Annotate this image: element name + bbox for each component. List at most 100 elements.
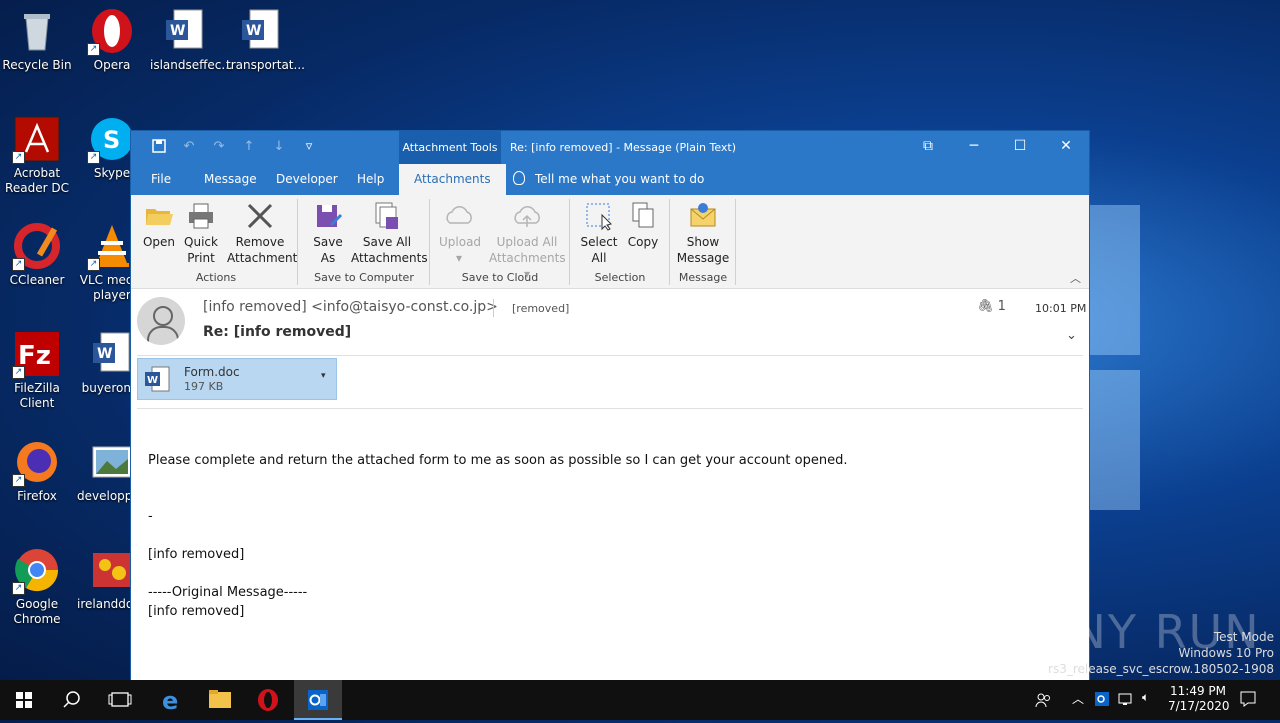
file-explorer-icon[interactable] xyxy=(196,680,244,720)
desktop-icon-firefox[interactable]: ↗ Firefox xyxy=(2,433,72,504)
start-button[interactable] xyxy=(0,680,48,720)
test-mode-text: Test Mode xyxy=(1213,630,1274,644)
image-file-icon xyxy=(89,439,135,485)
desktop-icon-label: Firefox xyxy=(17,489,57,503)
minimize-button[interactable]: ─ xyxy=(951,131,997,164)
people-icon[interactable] xyxy=(1034,691,1052,712)
save-all-icon xyxy=(372,201,402,231)
volume-icon[interactable]: 🔈︎ xyxy=(1142,690,1149,705)
sender[interactable]: [info removed] <info@taisyo-const.co.jp> xyxy=(203,299,498,315)
quick-access-toolbar: ↶ ↷ ↑ ↓ ▿ xyxy=(151,139,317,155)
edge-icon[interactable]: e xyxy=(148,680,196,720)
select-all-button[interactable]: Select All xyxy=(577,201,621,266)
clock[interactable]: 11:49 PM 7/17/2020 xyxy=(1168,684,1230,714)
undo-icon[interactable]: ↶ xyxy=(181,139,197,155)
save-icon[interactable] xyxy=(151,139,167,155)
group-label: Save to Computer xyxy=(314,271,414,284)
avatar xyxy=(137,297,185,345)
attachment-name: Form.doc xyxy=(184,365,240,379)
upload-button[interactable]: Upload ▾ xyxy=(439,201,481,266)
desktop-icon-word-doc[interactable]: W transportat... xyxy=(226,2,305,73)
save-as-icon xyxy=(313,201,343,231)
notifications-icon[interactable] xyxy=(1239,690,1257,711)
shortcut-arrow-icon: ↗ xyxy=(12,474,25,487)
tell-me-search[interactable]: Tell me what you want to do xyxy=(513,164,704,195)
attachment-form-doc[interactable]: W Form.doc 197 KB ▾ xyxy=(137,358,337,400)
open-button[interactable]: Open xyxy=(141,201,177,250)
ribbon-group-message: Show Message Message xyxy=(671,199,736,285)
divider xyxy=(137,355,1083,356)
show-message-button[interactable]: Show Message xyxy=(675,201,731,266)
shortcut-arrow-icon: ↗ xyxy=(87,43,100,56)
ribbon-group-save-to-cloud: Upload ▾ Upload All Attachments ▾ Save t… xyxy=(431,199,570,285)
chevron-up-icon[interactable]: ︿ xyxy=(1072,690,1084,707)
network-icon[interactable] xyxy=(1118,691,1136,710)
skype-icon: S ↗ xyxy=(87,116,135,164)
outlook-tray-icon[interactable] xyxy=(1095,691,1111,710)
shortcut-arrow-icon: ↗ xyxy=(12,582,25,595)
save-all-attachments-button[interactable]: Save All Attachments xyxy=(351,201,428,266)
save-as-label: Save As xyxy=(313,235,343,265)
desktop-icon-label: CCleaner xyxy=(9,273,65,287)
tab-developer[interactable]: Developer xyxy=(276,164,338,195)
outlook-icon[interactable] xyxy=(294,680,342,720)
collapse-ribbon-icon[interactable]: ︿ xyxy=(1070,270,1081,286)
body-line: Please complete and return the attached … xyxy=(148,453,848,468)
redo-icon[interactable]: ↷ xyxy=(211,139,227,155)
title-bar: ↶ ↷ ↑ ↓ ▿ Attachment Tools Re: [info rem… xyxy=(131,131,1089,164)
close-button[interactable]: ✕ xyxy=(1043,131,1089,164)
build-text: rs3_release_svc_escrow.180502-1908 xyxy=(1048,662,1274,676)
desktop-icon-opera[interactable]: ↗ Opera xyxy=(77,2,147,73)
body-line: [info removed] xyxy=(148,547,245,562)
ribbon: Open Quick Print Remove Attachment Actio… xyxy=(131,195,1089,289)
attachment-dropdown-icon[interactable]: ▾ xyxy=(321,371,326,381)
ccleaner-icon: ↗ xyxy=(12,223,60,271)
upload-all-attachments-button[interactable]: Upload All Attachments ▾ xyxy=(489,201,566,282)
tab-attachments[interactable]: Attachments xyxy=(399,164,506,195)
vlc-icon: ↗ xyxy=(87,223,135,271)
chevron-down-icon[interactable]: ⌄ xyxy=(1066,328,1077,343)
recipient[interactable]: [removed] xyxy=(512,302,569,315)
copy-icon xyxy=(628,201,658,231)
divider xyxy=(493,299,494,317)
up-arrow-icon[interactable]: ↑ xyxy=(241,139,257,155)
message-header: [info removed] <info@taisyo-const.co.jp>… xyxy=(131,289,1089,356)
chrome-icon: ↗ xyxy=(12,547,60,595)
body-line: -----Original Message----- xyxy=(148,585,308,600)
select-all-icon xyxy=(584,201,614,231)
window-title: Re: [info removed] - Message (Plain Text… xyxy=(510,141,737,154)
acrobat-icon: ↗ xyxy=(12,116,60,164)
desktop-icon-word-doc[interactable]: W islandseffec... xyxy=(150,2,233,73)
customize-toolbar-icon[interactable]: ▿ xyxy=(301,139,317,155)
ribbon-display-options-button[interactable]: ⧉ xyxy=(905,131,951,164)
down-arrow-icon[interactable]: ↓ xyxy=(271,139,287,155)
maximize-button[interactable]: ☐ xyxy=(997,131,1043,164)
attachment-count-value: 1 xyxy=(997,299,1006,314)
desktop-icon-filezilla[interactable]: Fz ↗ FileZilla Client xyxy=(2,325,72,411)
desktop-icon-ccleaner[interactable]: ↗ CCleaner xyxy=(2,217,72,288)
desktop-icon-recycle-bin[interactable]: Recycle Bin xyxy=(2,2,72,73)
cloud-icon xyxy=(444,201,474,231)
desktop-icon-label: islandseffec... xyxy=(150,58,233,72)
copy-button[interactable]: Copy xyxy=(623,201,663,250)
search-icon[interactable] xyxy=(48,680,96,720)
opera-icon[interactable] xyxy=(244,680,292,720)
tab-message[interactable]: Message xyxy=(204,164,257,195)
tab-help[interactable]: Help xyxy=(357,164,384,195)
show-message-label: Show Message xyxy=(676,235,730,265)
task-view-icon[interactable] xyxy=(96,680,144,720)
remove-attachment-button[interactable]: Remove Attachment xyxy=(227,201,297,266)
group-label: Selection xyxy=(594,271,646,284)
lightbulb-icon xyxy=(513,171,525,185)
tab-file[interactable]: File xyxy=(151,164,171,195)
image-file-icon xyxy=(89,547,135,593)
quick-print-button[interactable]: Quick Print xyxy=(183,201,219,266)
desktop-icon-acrobat[interactable]: ↗ Acrobat Reader DC xyxy=(2,110,72,196)
folder-open-icon xyxy=(144,201,174,231)
desktop-icon-label: Recycle Bin xyxy=(2,58,72,72)
printer-icon xyxy=(186,201,216,231)
shortcut-arrow-icon: ↗ xyxy=(87,258,100,271)
save-as-button[interactable]: Save As xyxy=(309,201,347,266)
body-line: - xyxy=(148,509,153,524)
desktop-icon-chrome[interactable]: ↗ Google Chrome xyxy=(2,541,72,627)
